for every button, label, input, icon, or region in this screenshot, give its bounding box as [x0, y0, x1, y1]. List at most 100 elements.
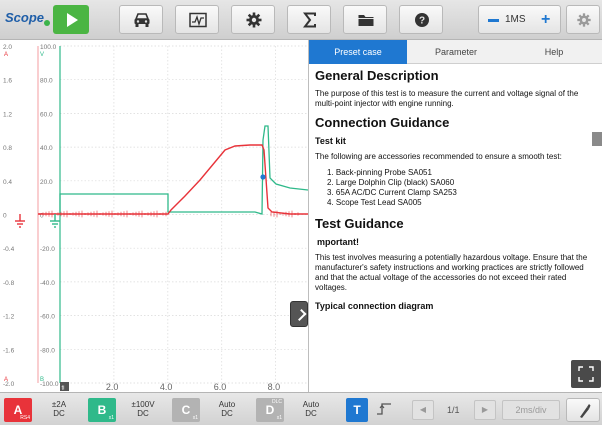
scope-graph[interactable]: 2.0 100.01.6 80.01.2 60.00.8 40.00.4 20.00 0-0…	[0, 40, 308, 392]
channel-b-settings[interactable]: ±100V DC	[122, 400, 164, 418]
axis-unit-label: A	[4, 377, 8, 383]
sigma-icon	[302, 12, 316, 28]
important-heading: mportant!	[317, 237, 359, 247]
trigger-edge-icon[interactable]	[376, 402, 392, 416]
channel-b-coupling: DC	[137, 409, 149, 418]
file-button[interactable]	[343, 5, 387, 34]
info-panel: Preset case Parameter Help General Descr…	[308, 40, 602, 392]
channel-c-settings[interactable]: Auto DC	[206, 400, 248, 418]
channel-a-ground-marker[interactable]	[15, 214, 25, 228]
channel-b-trace	[59, 125, 308, 215]
x-tick-label: 6.0	[214, 382, 227, 392]
channel-bar: A RS4 ±2A DC B x1 ±100V DC C x1 Auto D C …	[0, 392, 602, 425]
help-button[interactable]: ?	[399, 5, 443, 34]
top-toolbar: Scope ? 1MS +	[0, 0, 602, 40]
channel-d-coupling: DC	[305, 409, 317, 418]
expand-icon	[578, 366, 594, 382]
math-button[interactable]	[287, 5, 331, 34]
channel-d-probe: x1	[276, 415, 282, 421]
y-right-tick-label: -80.0	[40, 347, 55, 354]
channel-c-coupling: DC	[221, 409, 233, 418]
test-kit-text: The following are accessories recommende…	[315, 152, 562, 161]
y-left-tick-label: 0	[3, 213, 7, 220]
zoom-out-button[interactable]	[488, 19, 499, 22]
channel-a-trace	[38, 144, 308, 215]
y-right-tick-label: -40.0	[40, 280, 55, 287]
vehicle-button[interactable]	[119, 5, 163, 34]
y-right-tick-label: 20.0	[40, 179, 53, 186]
y-left-tick-label: -0.8	[3, 280, 15, 287]
zoom-control: 1MS +	[478, 5, 561, 34]
y-right-tick-label: 80.0	[40, 78, 53, 85]
list-item: 3. 65A AC/DC Current Clamp SA253	[327, 188, 457, 197]
zoom-value: 1MS	[505, 14, 526, 25]
y-left-tick-label: 2.0	[3, 44, 12, 51]
tab-parameter[interactable]: Parameter	[407, 40, 505, 64]
svg-text:?: ?	[419, 16, 425, 27]
panel-tabs: Preset case Parameter Help	[309, 40, 602, 64]
status-dot-icon	[44, 20, 50, 26]
trigger-button[interactable]: T	[346, 398, 368, 422]
help-icon: ?	[415, 13, 429, 27]
typical-diagram-heading: Typical connection diagram	[315, 301, 434, 311]
x-tick-label: 2.0	[106, 382, 119, 392]
general-description-text: The purpose of this test is to measure t…	[315, 89, 579, 108]
axis-unit-label: V	[40, 52, 44, 58]
channel-c-badge[interactable]: C x1	[172, 398, 200, 422]
next-page-button[interactable]: ▶	[474, 400, 496, 420]
probe-icon	[580, 404, 591, 418]
connection-guidance-heading: Connection Guidance	[315, 115, 450, 130]
important-text: This test involves measuring a potential…	[315, 253, 588, 292]
y-left-tick-label: -1.6	[3, 347, 15, 354]
panel-collapse-handle[interactable]	[290, 301, 308, 327]
fullscreen-button[interactable]	[571, 360, 601, 388]
tab-preset-case[interactable]: Preset case	[309, 40, 407, 64]
channel-a-settings[interactable]: ±2A DC	[38, 400, 80, 418]
run-button[interactable]	[53, 5, 89, 34]
zoom-in-button[interactable]: +	[541, 12, 550, 28]
accessory-list: 1. Back-pinning Probe SA051 2. Large Dol…	[315, 168, 595, 208]
channel-c-letter: C	[181, 403, 191, 417]
y-left-tick-label: 0.8	[3, 145, 12, 152]
list-item: 1. Back-pinning Probe SA051	[327, 168, 432, 177]
tab-help[interactable]: Help	[505, 40, 602, 64]
y-left-tick-label: -0.4	[3, 246, 15, 253]
timebase-selector[interactable]: 2ms/div	[502, 400, 560, 420]
x-tick-label: 4.0	[160, 382, 173, 392]
oscilloscope-display[interactable]: 2.0 100.0 1.6 80.0 1.2 60.0 0.8 40.0 0.4 20.0 0 0 -0…	[0, 40, 308, 392]
waveform-icon	[189, 12, 207, 28]
y-left-tick-label: -1.2	[3, 314, 15, 321]
y-right-tick-label: -60.0	[40, 314, 55, 321]
channel-a-coupling: DC	[53, 409, 65, 418]
channel-d-settings[interactable]: Auto DC	[290, 400, 332, 418]
list-item: 2. Large Dolphin Clip (black) SA060	[327, 178, 455, 187]
app-logo: Scope	[5, 10, 45, 25]
gear-icon	[246, 12, 262, 28]
channel-d-badge[interactable]: D DLC x1	[256, 398, 284, 422]
gear-icon	[577, 13, 591, 27]
probe-button[interactable]	[566, 398, 600, 422]
scroll-tab-icon[interactable]	[592, 132, 602, 146]
scope-settings-button[interactable]	[566, 5, 600, 34]
channel-c-range: Auto	[218, 400, 236, 409]
car-icon	[134, 13, 150, 27]
channel-c-probe: x1	[192, 415, 198, 421]
x-tick-label: 8.0	[268, 382, 281, 392]
prev-page-button[interactable]: ◀	[412, 400, 434, 420]
y-left-tick-label: 1.6	[3, 78, 12, 85]
channel-d-tag: DLC	[271, 399, 282, 405]
general-description-heading: General Description	[315, 68, 439, 83]
test-kit-heading: Test kit	[315, 136, 346, 146]
channel-b-range: ±100V	[131, 400, 155, 409]
settings-button[interactable]	[231, 5, 275, 34]
channel-b-badge[interactable]: B x1	[88, 398, 116, 422]
channel-a-range: ±2A	[51, 400, 67, 409]
y-left-tick-label: 1.2	[3, 111, 12, 118]
y-right-tick-label: -20.0	[40, 246, 55, 253]
channel-a-badge[interactable]: A RS4	[4, 398, 32, 422]
preset-case-document: General Description The purpose of this …	[315, 68, 595, 317]
channel-b-ground-marker[interactable]	[50, 214, 60, 228]
waveform-button[interactable]	[175, 5, 219, 34]
channel-d-letter: D	[265, 403, 275, 417]
cursor-marker[interactable]	[260, 174, 266, 180]
